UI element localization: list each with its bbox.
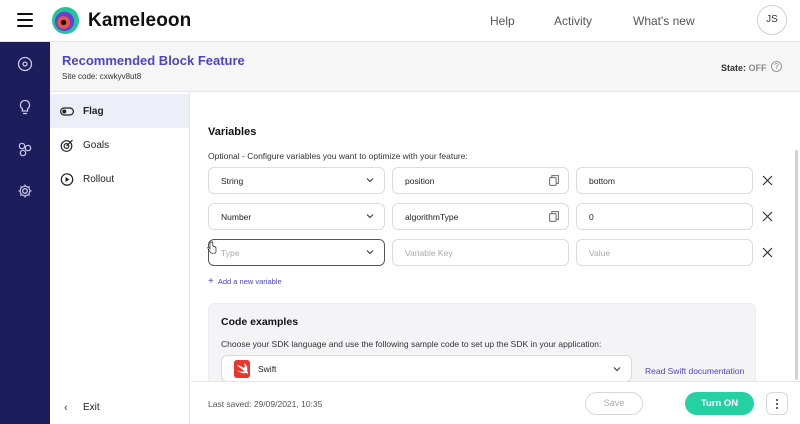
feature-header: Recommended Block Feature Site code: cxw…: [50, 42, 800, 92]
icon-rail: [0, 42, 50, 424]
top-bar: Kameleoon Help Activity What's new JS: [0, 0, 800, 42]
hand-pointer-cursor: [207, 241, 217, 254]
variables-title: Variables: [208, 126, 257, 138]
variable-type-select[interactable]: String: [208, 167, 385, 194]
feature-side-menu: Flag Goals Rollout ‹ Exit: [50, 92, 190, 424]
swift-documentation-link[interactable]: Read Swift documentation: [645, 366, 744, 376]
dot: [776, 403, 778, 405]
brand-name: Kameleoon: [88, 10, 192, 31]
variable-value-value: 0: [589, 212, 594, 222]
copy-icon[interactable]: [549, 211, 559, 222]
kameleoon-logo: [51, 6, 80, 35]
chevron-down-icon: [366, 214, 374, 219]
exit-button[interactable]: ‹ Exit: [50, 392, 189, 422]
nav-whats-new[interactable]: What's new: [633, 14, 695, 28]
close-icon[interactable]: [762, 175, 773, 186]
nav-activity[interactable]: Activity: [554, 14, 592, 28]
variable-value-value: bottom: [589, 176, 615, 186]
main-content: Variables Optional - Configure variables…: [191, 92, 800, 381]
sidemenu-item-flag[interactable]: Flag: [50, 94, 189, 128]
close-icon[interactable]: [762, 247, 773, 258]
type-placeholder: Type: [221, 248, 240, 258]
variable-value-input[interactable]: bottom: [576, 167, 753, 194]
page-title: Recommended Block Feature: [62, 53, 245, 68]
footer-bar: Last saved: 29/09/2021, 10:35 Save Turn …: [191, 381, 800, 424]
variable-type-select[interactable]: Number: [208, 203, 385, 230]
site-code: Site code: cxwkyv8ut8: [62, 72, 142, 81]
sidemenu-label-flag: Flag: [83, 106, 104, 117]
variable-type-value: Number: [221, 212, 252, 222]
value-placeholder: Value: [589, 248, 611, 258]
state-indicator: State: OFF: [721, 63, 767, 73]
state-label: State:: [721, 63, 747, 73]
dot: [776, 407, 778, 409]
more-options-button[interactable]: [766, 392, 788, 415]
close-icon[interactable]: [762, 211, 773, 222]
turn-on-button[interactable]: Turn ON: [685, 392, 754, 415]
nav-help[interactable]: Help: [490, 14, 515, 28]
state-value: OFF: [748, 63, 767, 73]
features-icon[interactable]: [17, 141, 33, 157]
main-scrollbar[interactable]: [795, 150, 798, 380]
target-icon: [60, 139, 73, 152]
code-examples-description: Choose your SDK language and use the fol…: [221, 339, 602, 349]
user-avatar[interactable]: JS: [757, 5, 787, 35]
save-button[interactable]: Save: [585, 392, 643, 415]
sidemenu-label-rollout: Rollout: [83, 174, 115, 185]
add-variable-label: Add a new variable: [217, 277, 282, 286]
copy-icon[interactable]: [549, 175, 559, 186]
code-examples-title: Code examples: [221, 316, 299, 328]
dashboard-icon[interactable]: [17, 56, 33, 72]
help-icon[interactable]: ?: [771, 61, 782, 72]
chevron-left-icon: ‹: [64, 402, 68, 414]
chevron-down-icon: [366, 178, 374, 183]
plus-icon: +: [208, 276, 214, 287]
exit-label: Exit: [83, 402, 100, 413]
toggle-icon: [60, 107, 74, 116]
variable-type-value: String: [221, 176, 244, 186]
chevron-down-icon: [613, 367, 621, 372]
variable-key-value: position: [405, 176, 435, 186]
dot: [776, 399, 778, 401]
sidemenu-item-goals[interactable]: Goals: [50, 128, 189, 162]
settings-icon[interactable]: [17, 183, 33, 199]
variable-key-value: algorithmType: [405, 212, 459, 222]
sidemenu-item-rollout[interactable]: Rollout: [50, 162, 189, 196]
key-placeholder: Variable Key: [405, 248, 453, 258]
menu-icon[interactable]: [17, 13, 33, 27]
selected-sdk: Swift: [258, 364, 277, 374]
variable-key-input[interactable]: position: [392, 167, 569, 194]
sidemenu-label-goals: Goals: [83, 140, 110, 151]
chevron-down-icon: [366, 250, 374, 255]
sdk-language-select[interactable]: Swift: [221, 355, 632, 381]
add-variable-link[interactable]: + Add a new variable: [208, 276, 282, 287]
variable-key-input[interactable]: algorithmType: [392, 203, 569, 230]
new-variable-type-select[interactable]: Type: [208, 239, 385, 266]
play-circle-icon: [60, 173, 74, 186]
variable-value-input[interactable]: 0: [576, 203, 753, 230]
last-saved-text: Last saved: 29/09/2021, 10:35: [208, 399, 323, 409]
swift-icon: [234, 360, 250, 378]
code-examples-panel: Code examples Choose your SDK language a…: [208, 303, 756, 381]
new-variable-value-input[interactable]: Value: [576, 239, 753, 266]
variables-description: Optional - Configure variables you want …: [208, 151, 468, 161]
new-variable-key-input[interactable]: Variable Key: [392, 239, 569, 266]
lightbulb-icon[interactable]: [17, 99, 33, 115]
